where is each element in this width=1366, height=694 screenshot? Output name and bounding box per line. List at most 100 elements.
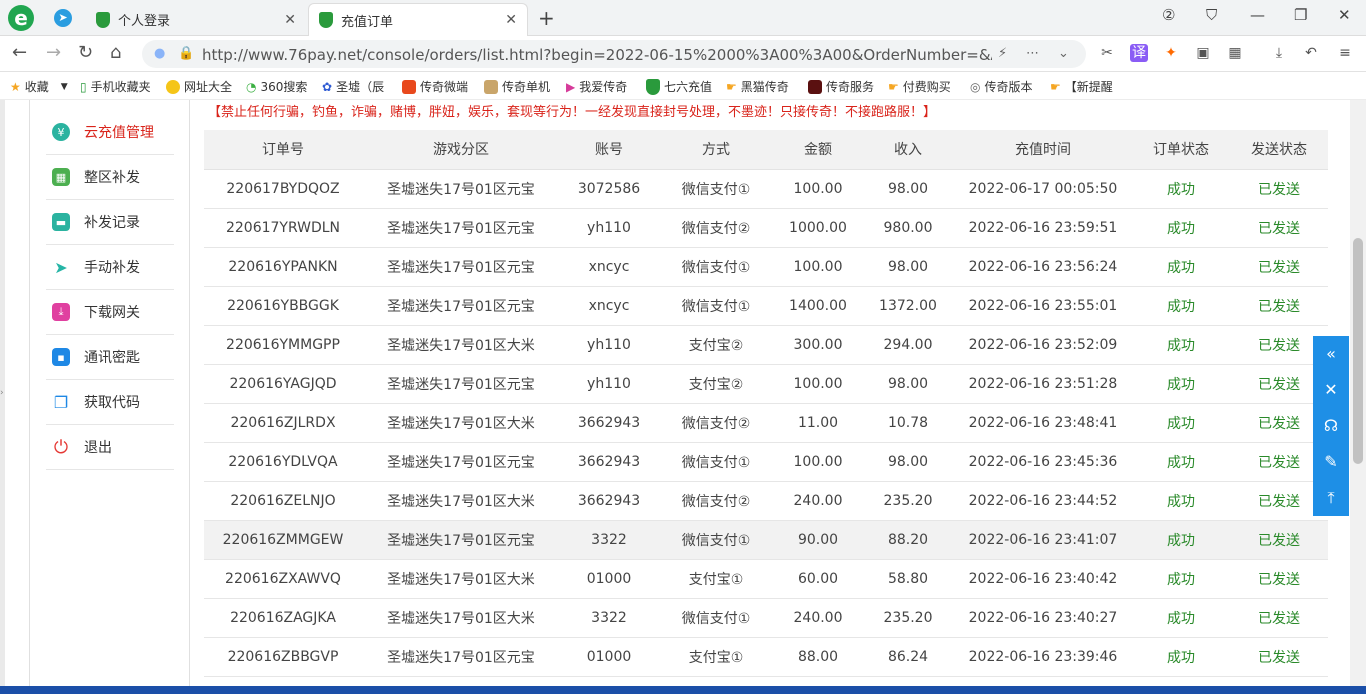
col-method[interactable]: 方式	[658, 130, 774, 170]
bookmark-item[interactable]: ★ 收藏 ▼	[10, 78, 68, 95]
col-game-zone[interactable]: 游戏分区	[362, 130, 560, 170]
method-cell: 微信支付①	[658, 286, 774, 326]
address-bar-row: ← → ↻ ⌂ ● 🔒 http://www.76pay.net/console…	[0, 36, 1366, 72]
table-row[interactable]: 220616YBBGGK 圣墟迷失17号01区元宝 xncyc 微信支付① 1400.0…	[204, 286, 1328, 326]
back-button[interactable]: ←	[12, 42, 27, 63]
apps-grid-icon[interactable]: ▦	[1226, 44, 1244, 62]
vertical-scrollbar[interactable]	[1350, 100, 1366, 694]
table-row[interactable]: 220616ZAGJKA 圣墟迷失17号01区大米 3322 微信支付① 240.00 2…	[204, 598, 1328, 638]
col-account[interactable]: 账号	[560, 130, 658, 170]
income-cell: 98.00	[862, 364, 954, 404]
browser-logo-icon[interactable]: e	[8, 5, 34, 31]
table-row[interactable]: 220616ZMMGEW 圣墟迷失17号01区元宝 3322 微信支付① 90.00 88…	[204, 520, 1328, 560]
home-button[interactable]: ⌂	[110, 42, 121, 63]
forward-button[interactable]: →	[46, 42, 61, 63]
bookmark-item[interactable]: ☛ 付费购买	[888, 78, 951, 95]
table-row[interactable]: 220617BYDQOZ 圣墟迷失17号01区元宝 3072586 微信支付① 100.…	[204, 169, 1328, 209]
col-order-no[interactable]: 订单号	[204, 130, 362, 170]
lightning-icon[interactable]: ⚡	[998, 46, 1007, 61]
download-icon[interactable]: ⤓	[1270, 44, 1288, 62]
headset-icon[interactable]: ☊	[1313, 408, 1349, 444]
url-field[interactable]: ● 🔒 http://www.76pay.net/console/orders/…	[142, 40, 1086, 68]
amount-cell: 60.00	[774, 559, 862, 599]
table-row[interactable]: 220616YPANKN 圣墟迷失17号01区元宝 xncyc 微信支付① 100.00…	[204, 247, 1328, 287]
game-zone-cell: 圣墟迷失17号01区元宝	[362, 442, 560, 482]
sidebar-item-logout[interactable]: ⏻ 退出	[46, 425, 174, 470]
bookmark-item[interactable]: ◎ 传奇版本	[970, 78, 1033, 95]
expand-arrow-icon[interactable]: ›	[0, 388, 4, 398]
method-cell: 微信支付①	[658, 247, 774, 287]
sidebar-item-get-code[interactable]: ❐ 获取代码	[46, 380, 174, 425]
table-row[interactable]: 220616ZXAWVQ 圣墟迷失17号01区大米 01000 支付宝① 60.00 58…	[204, 559, 1328, 599]
bookmark-item[interactable]: 七六充值	[646, 78, 712, 95]
col-time[interactable]: 充值时间	[954, 130, 1132, 170]
bookmark-item[interactable]: ▯ 手机收藏夹	[80, 78, 151, 95]
amount-cell: 100.00	[774, 364, 862, 404]
shirt-icon[interactable]: ⛉	[1206, 6, 1217, 24]
menu-icon[interactable]: ≡	[1336, 44, 1354, 62]
method-cell: 微信支付①	[658, 520, 774, 560]
game-zone-cell: 圣墟迷失17号01区元宝	[362, 520, 560, 560]
account-cell: 01000	[560, 637, 658, 677]
scrollbar-thumb[interactable]	[1353, 238, 1363, 464]
sidebar-item-cloud-recharge[interactable]: ¥ 云充值管理	[46, 110, 174, 155]
feedback-icon[interactable]: ✎	[1313, 444, 1349, 480]
col-amount[interactable]: 金额	[774, 130, 862, 170]
bookmark-item[interactable]: 传奇单机	[484, 78, 550, 95]
bookmark-item[interactable]: 传奇服务	[808, 78, 874, 95]
shield-icon	[319, 12, 333, 28]
col-order-status[interactable]: 订单状态	[1132, 130, 1230, 170]
table-row[interactable]: 220617YRWDLN 圣墟迷失17号01区元宝 yh110 微信支付② 1000.0…	[204, 208, 1328, 248]
reload-button[interactable]: ↻	[78, 42, 93, 63]
tab-personal-login[interactable]: 个人登录 ✕	[86, 3, 306, 36]
table-row[interactable]: 220616ZELNJO 圣墟迷失17号01区大米 3662943 微信支付② 240.…	[204, 481, 1328, 521]
table-row[interactable]: 220616YDLVQA 圣墟迷失17号01区元宝 3662943 微信支付① 100.…	[204, 442, 1328, 482]
money-bag-icon: ¥	[52, 123, 70, 141]
time-cell: 2022-06-16 23:44:52	[954, 481, 1132, 521]
chevron-down-icon[interactable]: ⌄	[1058, 46, 1069, 61]
tab-recharge-orders[interactable]: 充值订单 ✕	[308, 3, 528, 36]
bookmark-item[interactable]: ✿ 圣墟（辰	[322, 78, 384, 95]
table-row[interactable]: 220616ZJLRDX 圣墟迷失17号01区大米 3662943 微信支付② 11.0…	[204, 403, 1328, 443]
sidebar-item-comm-key[interactable]: ▪ 通讯密匙	[46, 335, 174, 380]
sidebar-item-download-gateway[interactable]: ⤓ 下载网关	[46, 290, 174, 335]
close-icon[interactable]: ✕	[505, 12, 517, 28]
new-tab-button[interactable]: +	[538, 6, 555, 30]
url-text[interactable]: http://www.76pay.net/console/orders/list…	[202, 46, 992, 64]
restore-button[interactable]: ❐	[1294, 6, 1307, 24]
telegram-icon[interactable]: ➤	[54, 9, 72, 27]
bookmark-item[interactable]: ☛ 【新提醒	[1050, 78, 1113, 95]
bookmark-item[interactable]: ◔ 360搜索	[246, 78, 307, 95]
bookmark-item[interactable]: ☛ 黑猫传奇	[726, 78, 789, 95]
sidebar-item-reissue-records[interactable]: ▬ 补发记录	[46, 200, 174, 245]
bookmark-item[interactable]: 传奇微端	[402, 78, 468, 95]
col-income[interactable]: 收入	[862, 130, 954, 170]
translate-icon[interactable]: 译	[1130, 44, 1148, 62]
sidebar-item-zone-reissue[interactable]: ▦ 整区补发	[46, 155, 174, 200]
col-send-status[interactable]: 发送状态	[1230, 130, 1328, 170]
table-row[interactable]: 220616YAGJQD 圣墟迷失17号01区元宝 yh110 支付宝② 100.00 9…	[204, 364, 1328, 404]
bookmark-item[interactable]: 网址大全	[166, 78, 232, 95]
bookmark-item[interactable]: ▶ 我爱传奇	[566, 78, 627, 95]
insecure-lock-icon[interactable]: 🔒	[178, 46, 194, 61]
table-row[interactable]: 220616ZBBGVP 圣墟迷失17号01区元宝 01000 支付宝① 88.00 86…	[204, 637, 1328, 677]
game-icon[interactable]: ✦	[1162, 44, 1180, 62]
back-to-top-icon[interactable]: ⤒	[1313, 480, 1349, 516]
undo-icon[interactable]: ↶	[1302, 44, 1320, 62]
sidebar-item-manual-reissue[interactable]: ➤ 手动补发	[46, 245, 174, 290]
time-cell: 2022-06-17 00:05:50	[954, 169, 1132, 209]
more-icon[interactable]: ⋯	[1026, 46, 1039, 61]
scissors-icon[interactable]: ✂	[1098, 44, 1116, 62]
minimize-button[interactable]: —	[1250, 6, 1265, 24]
close-window-button[interactable]: ✕	[1338, 6, 1351, 24]
account-cell: 3662943	[560, 442, 658, 482]
tab-count-icon[interactable]: ②	[1162, 6, 1175, 24]
tools-icon[interactable]: ✕	[1313, 372, 1349, 408]
income-cell: 58.80	[862, 559, 954, 599]
close-icon[interactable]: ✕	[284, 12, 296, 28]
order-status-cell: 成功	[1132, 598, 1230, 638]
reader-icon[interactable]: ▣	[1194, 44, 1212, 62]
power-icon: ⏻	[53, 436, 69, 458]
table-row[interactable]: 220616YMMGPP 圣墟迷失17号01区大米 yh110 支付宝② 300.00 2…	[204, 325, 1328, 365]
collapse-icon[interactable]: «	[1313, 336, 1349, 372]
